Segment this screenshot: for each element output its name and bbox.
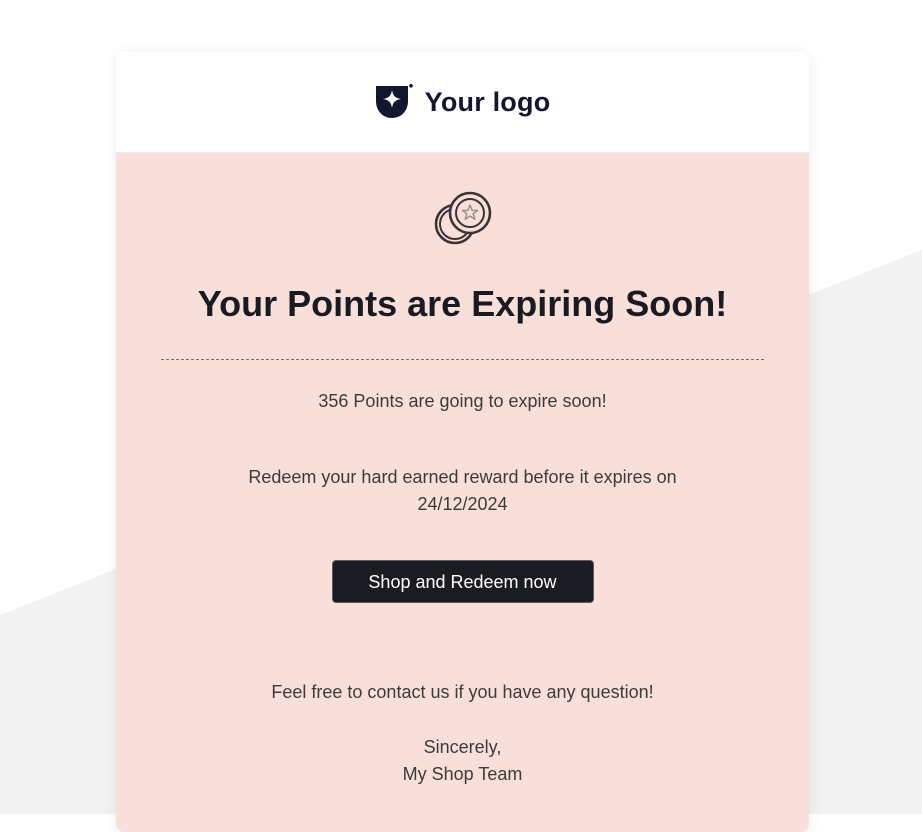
brand-logo[interactable]: Your logo xyxy=(375,84,551,120)
shield-sparkle-icon xyxy=(375,84,413,118)
email-content: Your Points are Expiring Soon! 356 Point… xyxy=(116,153,809,832)
expiry-date: 24/12/2024 xyxy=(417,494,508,514)
contact-message: Feel free to contact us if you have any … xyxy=(271,682,654,702)
sign-off-block: Sincerely, My Shop Team xyxy=(116,734,809,788)
points-message: 356 Points are going to expire soon! xyxy=(318,391,607,411)
coins-star-icon xyxy=(116,153,809,248)
redeem-message-text: Redeem your hard earned reward before it… xyxy=(248,467,677,487)
email-card: Your logo Your Points are Expiring Soon!… xyxy=(116,52,809,832)
email-title: Your Points are Expiring Soon! xyxy=(197,283,728,324)
redeem-message: Redeem your hard earned reward before it… xyxy=(116,464,809,518)
email-header: Your logo xyxy=(116,52,809,153)
sign-off: Sincerely, xyxy=(423,737,502,757)
shop-and-redeem-button[interactable]: Shop and Redeem now xyxy=(331,560,594,603)
dashed-divider xyxy=(161,359,764,360)
signature: My Shop Team xyxy=(402,764,523,784)
logo-text: Your logo xyxy=(424,86,551,117)
